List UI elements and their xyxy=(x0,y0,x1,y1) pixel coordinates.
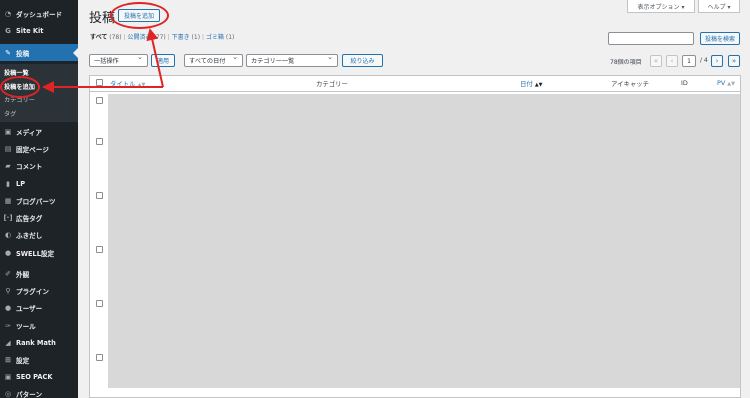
annotation-arrows xyxy=(42,28,164,93)
